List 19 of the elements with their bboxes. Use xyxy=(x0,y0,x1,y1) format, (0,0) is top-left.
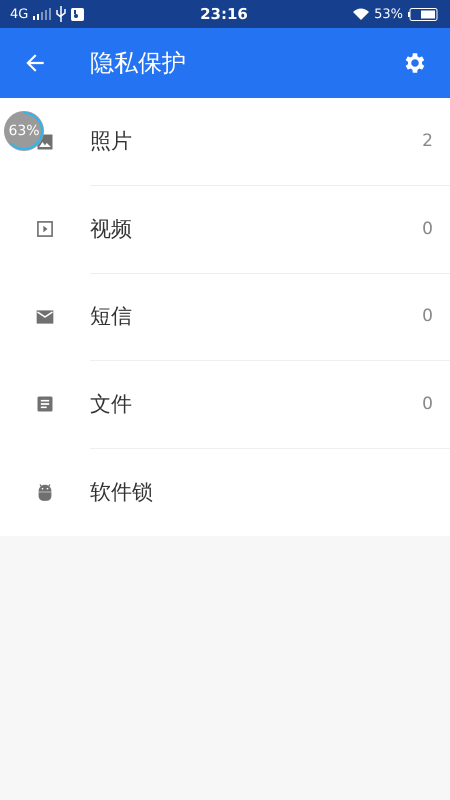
list-item[interactable]: 短信 0 xyxy=(0,273,450,360)
list-item[interactable]: 视频 0 xyxy=(0,186,450,273)
battery-icon xyxy=(408,8,438,20)
clock: 23:16 xyxy=(200,5,248,23)
item-count: 2 xyxy=(422,131,433,152)
item-count: 0 xyxy=(422,218,433,239)
list-item[interactable]: 文件 0 xyxy=(0,360,450,448)
battery-percent: 53% xyxy=(374,6,403,22)
page-title: 隐私保护 xyxy=(90,48,187,79)
list-item[interactable]: 软件锁 xyxy=(0,448,450,536)
wifi-icon xyxy=(353,8,370,20)
network-type: 4G xyxy=(10,6,28,22)
item-count: 0 xyxy=(422,306,433,326)
play-icon xyxy=(34,219,54,240)
signal-icon xyxy=(33,8,52,20)
notification-icon xyxy=(71,8,84,20)
item-count: 0 xyxy=(422,394,433,414)
document-icon xyxy=(34,394,54,414)
usb-icon xyxy=(56,6,66,22)
